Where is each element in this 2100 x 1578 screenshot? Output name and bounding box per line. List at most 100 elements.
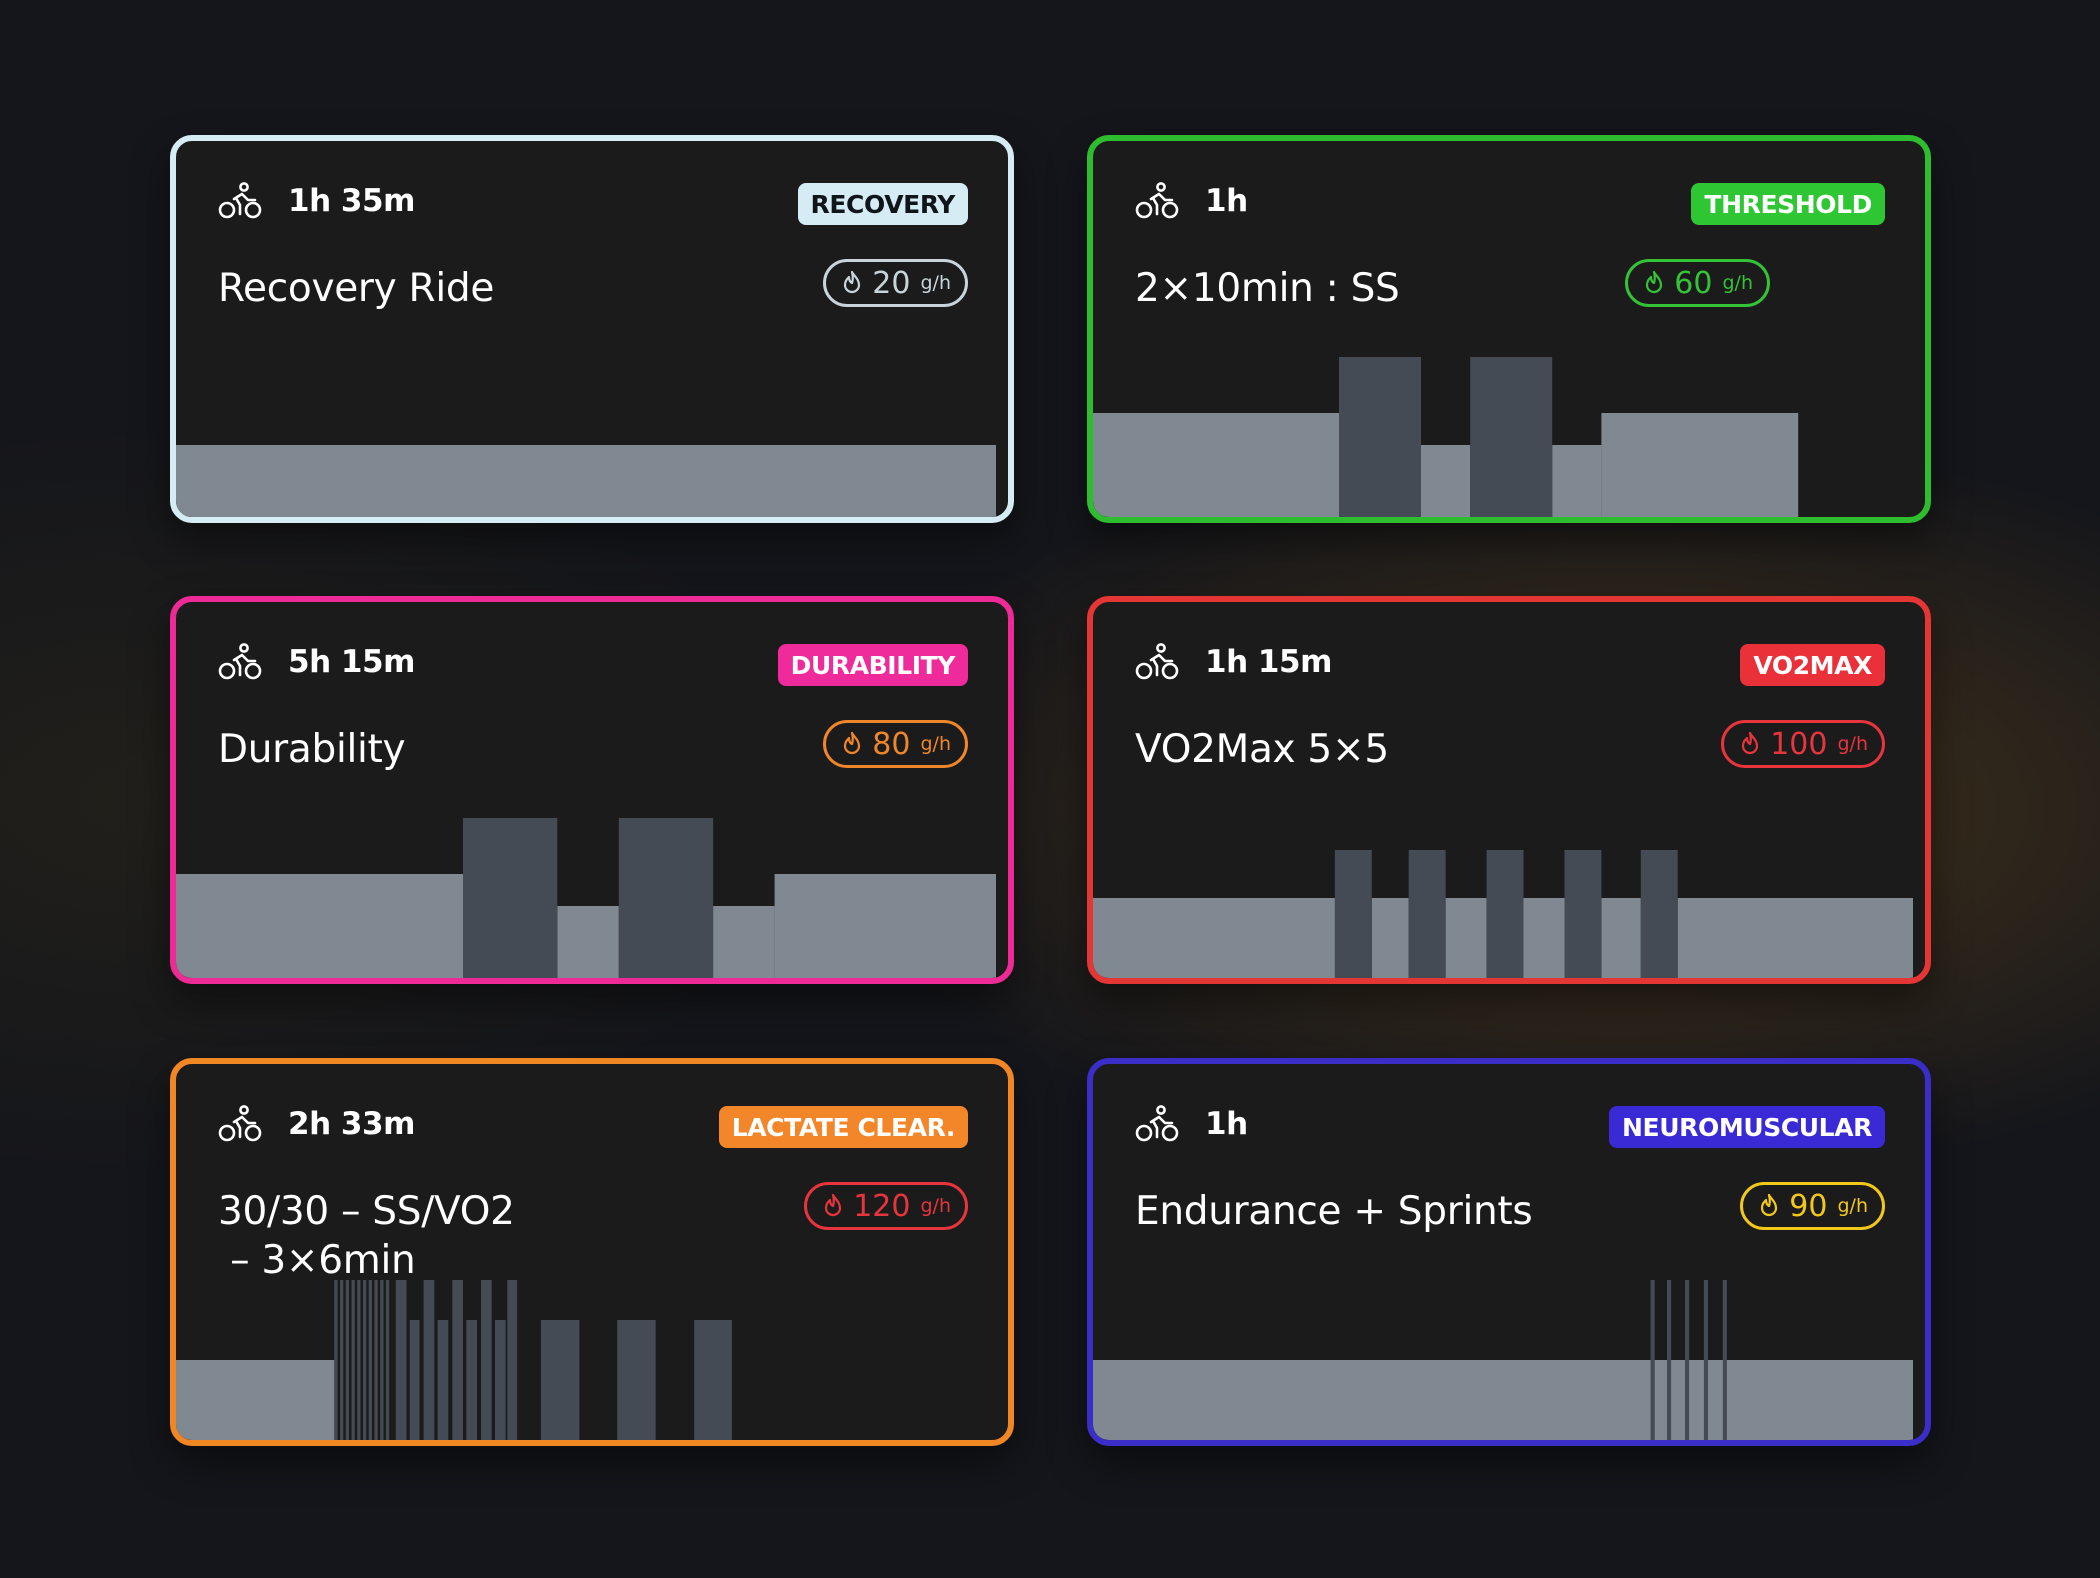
interval-bar-4: [713, 906, 775, 978]
flame-icon: [844, 731, 861, 755]
duration-label: 1h 15m: [1205, 644, 1332, 680]
workout-card-vo2max-5x5[interactable]: 1h 15m VO2MAX VO2Max 5×5 100 g/h: [1087, 596, 1931, 984]
bike-icon: [218, 1105, 262, 1142]
carb-value: 90: [1789, 1188, 1828, 1224]
interval-bar-8: [374, 1280, 378, 1440]
carb-intake-pill: 20 g/h: [823, 259, 968, 307]
carb-intake-pill: 90 g/h: [1740, 1182, 1885, 1230]
interval-bar-5: [774, 874, 996, 978]
workout-profile-chart: [1093, 1280, 1913, 1440]
workout-profile-chart: [176, 818, 996, 978]
interval-bar-4: [1552, 445, 1602, 517]
workout-profile-chart: [1093, 357, 1799, 517]
interval-bar-5: [1601, 413, 1799, 517]
carb-value: 20: [872, 265, 911, 301]
bike-icon: [218, 643, 262, 680]
interval-bar-6: [1523, 898, 1565, 978]
card-header: 1h 35m: [218, 181, 415, 221]
flame-icon: [825, 1193, 842, 1217]
bike-icon: [1135, 643, 1179, 680]
interval-bar-5: [357, 1280, 361, 1440]
duration-label: 2h 33m: [288, 1106, 415, 1142]
interval-bar-2: [340, 1280, 344, 1440]
flame-icon: [844, 270, 861, 294]
interval-bar-4: [1445, 898, 1487, 978]
workout-card-recovery-ride[interactable]: 1h 35m RECOVERY Recovery Ride 20 g/h: [170, 135, 1014, 523]
category-badge: DURABILITY: [777, 644, 968, 686]
interval-bar-9: [380, 1280, 384, 1440]
interval-bar-2: [557, 906, 619, 978]
category-badge: LACTATE CLEAR.: [718, 1106, 968, 1148]
carb-intake-pill: 80 g/h: [823, 720, 968, 768]
interval-bar-1: [1339, 357, 1421, 517]
workout-card-30-30-ss-vo2[interactable]: 2h 33m LACTATE CLEAR. 30/30 – SS/VO2 – 3…: [170, 1058, 1014, 1446]
interval-bar-19: [507, 1280, 518, 1440]
carb-value: 100: [1770, 726, 1828, 762]
interval-bar-22: [694, 1320, 732, 1440]
workout-card-endurance-sprints[interactable]: 1h NEUROMUSCULAR Endurance + Sprints 90 …: [1087, 1058, 1931, 1446]
interval-bar-9: [1640, 850, 1678, 978]
interval-bar-4: [351, 1280, 355, 1440]
duration-label: 5h 15m: [288, 644, 415, 680]
interval-bar-13: [423, 1280, 435, 1440]
bike-icon: [218, 182, 262, 219]
card-header: 1h 15m: [1135, 642, 1332, 682]
workout-title: VO2Max 5×5: [1135, 727, 1389, 772]
workout-title: Durability: [218, 727, 406, 772]
workout-card-2x10min-ss[interactable]: 1h THRESHOLD 2×10min : SS 60 g/h: [1087, 135, 1931, 523]
interval-bar-0: [176, 445, 996, 517]
interval-bar-0: [1093, 1360, 1913, 1440]
carb-unit: g/h: [920, 272, 951, 294]
interval-bar-6: [363, 1280, 367, 1440]
bike-icon: [1135, 1105, 1179, 1142]
carb-intake-pill: 120 g/h: [804, 1182, 968, 1230]
interval-bar-3: [618, 818, 714, 978]
category-badge: THRESHOLD: [1691, 183, 1885, 225]
interval-bar-10: [385, 1280, 390, 1440]
workout-title: Recovery Ride: [218, 266, 495, 311]
interval-bar-2: [1667, 1280, 1672, 1440]
carb-intake-pill: 100 g/h: [1721, 720, 1885, 768]
interval-bar-0: [1093, 413, 1339, 517]
interval-bar-17: [481, 1280, 492, 1440]
workout-title: 2×10min : SS: [1135, 266, 1400, 311]
interval-bar-3: [345, 1280, 349, 1440]
interval-bar-7: [1564, 850, 1602, 978]
category-badge: RECOVERY: [797, 183, 968, 225]
interval-bar-1: [1334, 850, 1372, 978]
workout-card-durability[interactable]: 5h 15m DURABILITY Durability 80 g/h: [170, 596, 1014, 984]
workout-profile-chart: [1093, 850, 1913, 978]
interval-bar-18: [495, 1320, 506, 1440]
carb-unit: g/h: [1837, 1195, 1868, 1217]
interval-bar-3: [1408, 850, 1446, 978]
interval-bar-16: [466, 1320, 477, 1440]
interval-bar-1: [463, 818, 558, 978]
interval-bar-14: [437, 1320, 449, 1440]
interval-bar-2: [1371, 898, 1409, 978]
interval-bar-1: [334, 1280, 338, 1440]
card-header: 1h: [1135, 1104, 1248, 1144]
workout-profile-chart: [176, 445, 996, 517]
flame-icon: [1646, 270, 1663, 294]
carb-unit: g/h: [920, 733, 951, 755]
carb-value: 80: [872, 726, 911, 762]
carb-unit: g/h: [920, 1195, 951, 1217]
flame-icon: [1761, 1193, 1778, 1217]
flame-icon: [1742, 731, 1759, 755]
interval-bar-15: [452, 1280, 463, 1440]
interval-bar-7: [368, 1280, 372, 1440]
duration-label: 1h 35m: [288, 183, 415, 219]
workout-profile-chart: [176, 1280, 732, 1440]
duration-label: 1h: [1205, 1106, 1248, 1142]
interval-bar-20: [540, 1320, 580, 1440]
card-header: 5h 15m: [218, 642, 415, 682]
interval-bar-11: [395, 1280, 407, 1440]
interval-bar-8: [1601, 898, 1641, 978]
duration-label: 1h: [1205, 183, 1248, 219]
carb-unit: g/h: [1837, 733, 1868, 755]
interval-bar-1: [1650, 1280, 1655, 1440]
card-header: 2h 33m: [218, 1104, 415, 1144]
interval-bar-12: [409, 1320, 420, 1440]
interval-bar-0: [176, 874, 463, 978]
interval-bar-2: [1421, 445, 1471, 517]
